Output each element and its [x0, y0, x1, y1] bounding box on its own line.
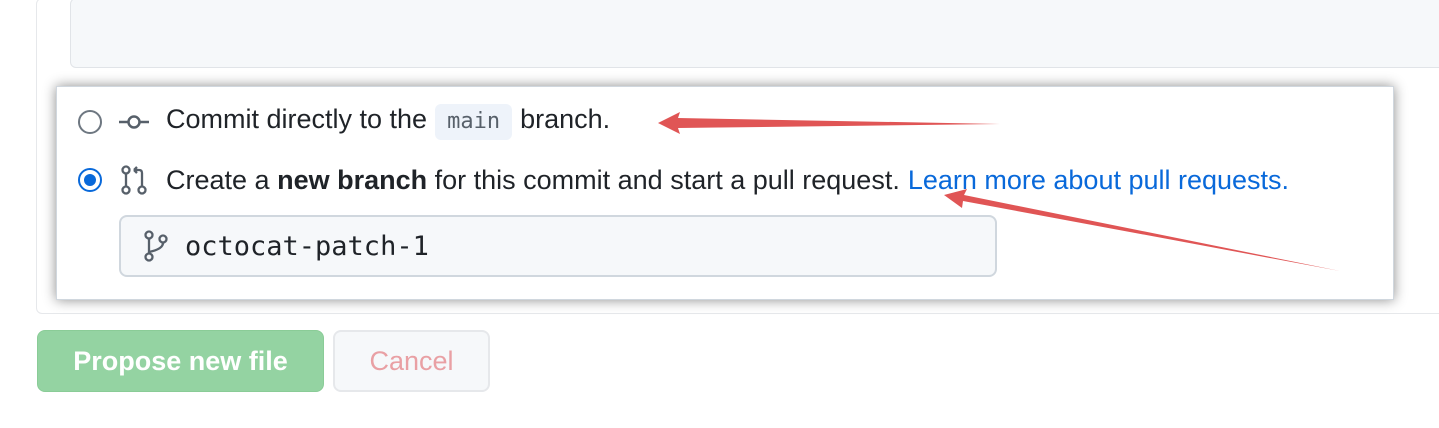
commit-description-textarea[interactable] — [70, 0, 1439, 68]
commit-choice-card: Commit directly to the main branch. Create… — [56, 86, 1394, 300]
new-branch-text-after: for this commit and start a pull request… — [434, 164, 900, 195]
commit-direct-text-before: Commit directly to the — [166, 104, 428, 134]
branch-name-code: main — [435, 104, 513, 140]
branch-name-field[interactable] — [119, 215, 997, 277]
commit-direct-text-after: branch. — [520, 104, 611, 134]
git-branch-icon — [143, 230, 169, 262]
commit-direct-radio[interactable] — [78, 110, 102, 134]
commit-direct-option[interactable]: Commit directly to the main branch. — [78, 102, 610, 142]
new-branch-text-before: Create a — [166, 164, 270, 195]
learn-more-pull-requests-link[interactable]: Learn more about pull requests. — [908, 165, 1289, 195]
git-commit-icon — [118, 110, 150, 134]
new-branch-text-bold: new branch — [277, 164, 428, 195]
git-pull-request-icon — [118, 164, 150, 196]
new-branch-radio[interactable] — [78, 168, 102, 192]
branch-name-input[interactable] — [185, 230, 965, 262]
cancel-button[interactable]: Cancel — [333, 330, 490, 392]
propose-new-file-button[interactable]: Propose new file — [37, 330, 324, 392]
commit-direct-label: Commit directly to the main branch. — [166, 104, 610, 140]
new-branch-option[interactable]: Create a new branch for this commit and … — [78, 160, 1289, 200]
new-branch-label: Create a new branch for this commit and … — [166, 165, 1289, 196]
